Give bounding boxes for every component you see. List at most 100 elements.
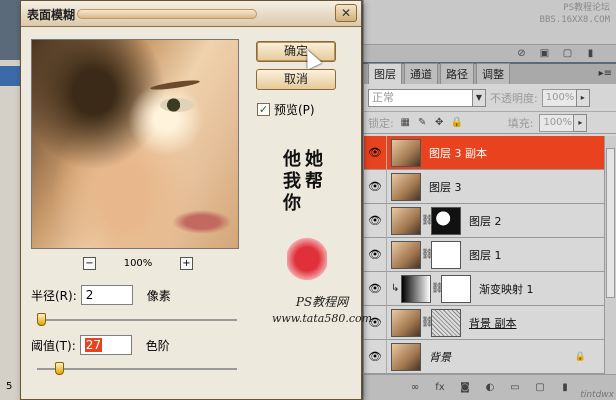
radius-slider-knob[interactable] xyxy=(37,313,46,326)
eye-icon[interactable]: 👁 xyxy=(364,214,386,227)
watermark-line-2: BBS.16XX8.COM xyxy=(539,15,610,25)
threshold-value: 27 xyxy=(84,338,103,352)
eye-icon[interactable]: 👁 xyxy=(364,248,386,261)
fill-label: 填充: xyxy=(507,116,534,130)
layer-thumbnail xyxy=(391,240,421,269)
layer-name[interactable]: 图层 3 xyxy=(429,179,462,195)
forum-watermark: PS教程论坛 BBS.16XX8.COM xyxy=(540,2,610,26)
panel-menu-icon[interactable]: ▸≡ xyxy=(599,68,612,79)
new-layer-icon[interactable]: ▢ xyxy=(535,382,546,393)
tab-paths[interactable]: 路径 xyxy=(440,63,474,84)
calligraphy-text: 他 她 我 帮 你 xyxy=(283,149,343,215)
watermark-line-1: PS教程论坛 xyxy=(563,3,610,13)
radius-slider[interactable] xyxy=(37,313,237,326)
blend-mode-select[interactable]: 正常 ▼ xyxy=(368,88,486,107)
layer-thumbnail xyxy=(391,308,421,337)
tab-channels[interactable]: 通道 xyxy=(404,63,438,84)
threshold-row: 阈值(T): 27 色阶 xyxy=(31,335,170,355)
trash-icon[interactable]: ▮ xyxy=(560,382,571,393)
radius-input[interactable]: 2 xyxy=(80,285,133,305)
threshold-label: 阈值(T): xyxy=(31,338,76,353)
history-toolbar: ⊘ ▣ ▢ ▮ xyxy=(364,44,616,62)
brand-name: PS教程网 xyxy=(295,295,349,309)
group-folder-icon[interactable]: ▭ xyxy=(510,382,521,393)
layer-name[interactable]: 图层 3 副本 xyxy=(429,145,487,161)
preview-label: 预览(P) xyxy=(274,103,315,117)
threshold-slider-knob[interactable] xyxy=(55,362,64,375)
zoom-out-button[interactable]: − xyxy=(83,256,96,270)
fx-icon[interactable]: fx xyxy=(435,382,446,393)
layer-row[interactable]: 👁 ⛓ 背景 副本 xyxy=(364,305,616,340)
fill-field[interactable]: 100% ▸ xyxy=(539,113,588,132)
lock-pixels-brush-icon[interactable]: ✎ xyxy=(417,117,428,128)
trash-icon[interactable]: ▮ xyxy=(585,48,596,59)
site-brand: PS教程网 www.tata580.com xyxy=(267,293,377,325)
calligraphy-char: 你 xyxy=(283,193,301,214)
calligraphy-char: 她 xyxy=(305,149,323,170)
zoom-controls: − 100% + xyxy=(83,255,193,271)
layers-panel: 图层 通道 路径 调整 ▸≡ 正常 ▼ 不透明度: 100% ▸ 锁定: ▦ ✎… xyxy=(363,63,616,400)
camera-icon[interactable]: ▣ xyxy=(539,48,550,59)
layer-mask-thumbnail[interactable] xyxy=(431,206,461,235)
no-entry-icon[interactable]: ⊘ xyxy=(516,48,527,59)
layer-name[interactable]: 图层 2 xyxy=(469,213,502,229)
new-snapshot-icon[interactable]: ▢ xyxy=(562,48,573,59)
history-panel: PS教程论坛 BBS.16XX8.COM ⊘ ▣ ▢ ▮ xyxy=(363,0,616,62)
eye-icon[interactable]: 👁 xyxy=(364,180,386,193)
tab-adjustments[interactable]: 调整 xyxy=(476,63,510,84)
layer-row[interactable]: 👁 ⛓ 图层 2 xyxy=(364,203,616,238)
scroll-thumb[interactable] xyxy=(606,148,615,298)
layer-mask-thumbnail[interactable] xyxy=(431,308,461,337)
title-decoration xyxy=(77,9,257,19)
layer-row[interactable]: 👁 图层 3 副本 xyxy=(364,136,616,170)
chevron-right-icon: ▸ xyxy=(575,88,590,107)
layer-mask-thumbnail[interactable] xyxy=(431,240,461,269)
layer-mask-thumbnail[interactable] xyxy=(441,274,471,303)
lock-position-move-icon[interactable]: ✥ xyxy=(434,117,445,128)
layers-list: 👁 图层 3 副本 👁 图层 3 👁 ⛓ 图层 2 👁 ⛓ 图层 1 👁 ↳ ⛓… xyxy=(364,136,616,374)
cancel-button[interactable]: 取消 xyxy=(256,69,336,90)
threshold-unit: 色阶 xyxy=(145,338,170,353)
layer-row[interactable]: 👁 图层 3 xyxy=(364,169,616,204)
link-layers-icon[interactable]: ∞ xyxy=(410,382,421,393)
radius-label: 半径(R): xyxy=(31,288,77,303)
face-eye xyxy=(160,98,194,112)
layers-scrollbar[interactable] xyxy=(604,136,616,374)
eye-icon[interactable]: 👁 xyxy=(364,350,386,363)
chain-link-icon: ⛓ xyxy=(421,249,434,260)
calligraphy-char: 帮 xyxy=(305,171,323,192)
layer-name[interactable]: 背景 副本 xyxy=(469,315,517,331)
layer-row[interactable]: 👁 ⛓ 图层 1 xyxy=(364,237,616,272)
threshold-slider[interactable] xyxy=(37,362,237,375)
lock-all-icon[interactable]: 🔒 xyxy=(451,117,463,128)
add-mask-icon[interactable]: ◙ xyxy=(460,382,471,393)
lock-transparency-icon[interactable]: ▦ xyxy=(400,117,411,128)
face-lips xyxy=(172,210,232,234)
adjustment-layer-icon[interactable]: ◐ xyxy=(485,382,496,393)
tab-layers[interactable]: 图层 xyxy=(368,63,402,84)
blend-row: 正常 ▼ 不透明度: 100% ▸ xyxy=(364,84,616,112)
layer-row[interactable]: 👁 背景 🔒 xyxy=(364,339,616,374)
layer-thumbnail xyxy=(391,138,421,167)
preview-checkbox[interactable]: ✓ xyxy=(257,103,270,116)
layer-name[interactable]: 背景 xyxy=(429,349,451,365)
layer-thumbnail xyxy=(391,206,421,235)
radius-unit: 像素 xyxy=(146,288,171,303)
dialog-title-bar[interactable]: 表面模糊 ✕ xyxy=(21,1,361,27)
layer-row[interactable]: 👁 ↳ ⛓ 渐变映射 1 xyxy=(364,271,616,306)
zoom-in-button[interactable]: + xyxy=(180,256,193,270)
chain-link-icon: ⛓ xyxy=(431,283,444,294)
layer-name[interactable]: 渐变映射 1 xyxy=(479,281,534,297)
close-button[interactable]: ✕ xyxy=(335,4,357,22)
ok-button[interactable]: 确定 xyxy=(256,41,336,62)
preview-image[interactable] xyxy=(31,39,239,249)
layer-name[interactable]: 图层 1 xyxy=(469,247,502,263)
blend-mode-value: 正常 xyxy=(372,90,394,104)
threshold-input[interactable]: 27 xyxy=(79,335,132,355)
lock-row: 锁定: ▦ ✎ ✥ 🔒 填充: 100% ▸ xyxy=(364,112,616,134)
preview-checkbox-row[interactable]: ✓ 预览(P) xyxy=(257,101,315,118)
opacity-field[interactable]: 100% ▸ xyxy=(541,88,590,107)
chevron-right-icon: ▸ xyxy=(573,113,588,132)
eye-icon[interactable]: 👁 xyxy=(364,146,386,159)
layers-bottom-toolbar: ∞ fx ◙ ◐ ▭ ▢ ▮ tintdwx xyxy=(364,374,616,400)
